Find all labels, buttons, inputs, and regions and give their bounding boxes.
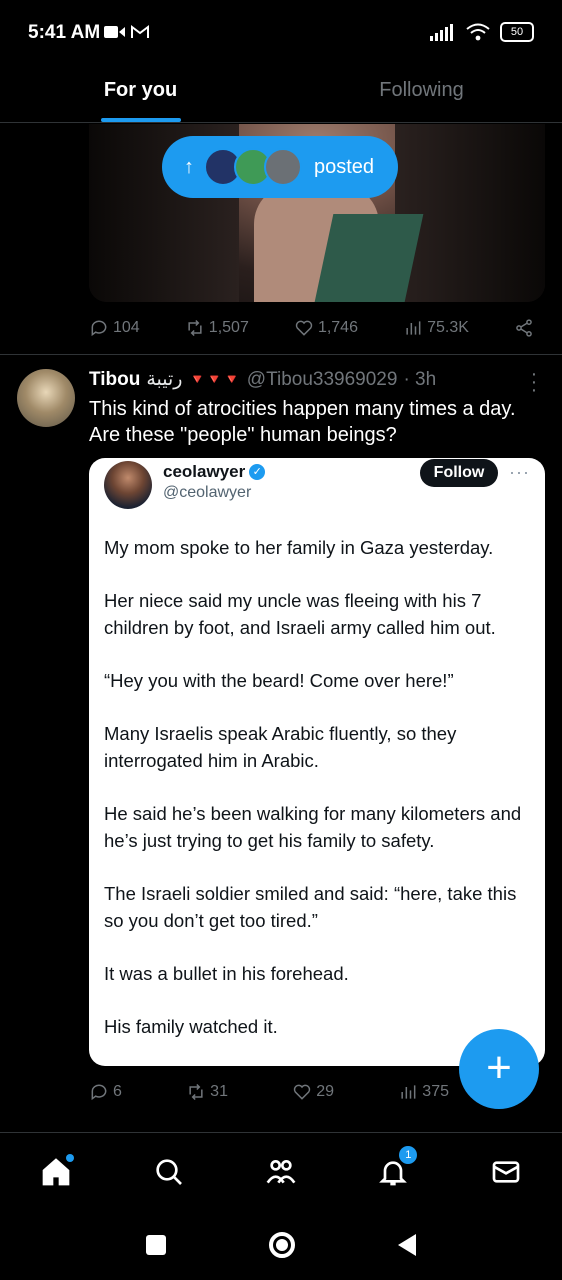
views-icon — [406, 321, 421, 335]
more-options-icon[interactable]: · · · — [524, 364, 544, 400]
signal-icon — [430, 24, 453, 41]
share-button[interactable] — [514, 318, 534, 338]
gmail-icon — [130, 24, 150, 45]
embedded-paragraph: My mom spoke to her family in Gaza yeste… — [104, 537, 494, 558]
reply-icon — [91, 1084, 107, 1101]
flag-emojis: 🔻🔻🔻 — [188, 371, 241, 387]
like-button[interactable]: 1,746 — [294, 318, 358, 338]
nav-search[interactable] — [149, 1152, 189, 1192]
verified-icon: ✓ — [249, 464, 266, 480]
embedded-paragraph: The Israeli soldier smiled and said: “he… — [104, 883, 517, 931]
prev-post-actions: 104 1,507 1,746 75.3K — [89, 318, 534, 338]
views-button[interactable]: 375 — [398, 1082, 449, 1102]
repost-icon — [188, 319, 202, 337]
poster-avatars — [204, 148, 302, 186]
views-button[interactable]: 75.3K — [403, 318, 469, 338]
tweet-text: This kind of atrocities happen many time… — [89, 398, 516, 446]
embedded-paragraph: He said he’s been walking for many kilom… — [104, 803, 522, 851]
nav-communities[interactable] — [261, 1152, 301, 1192]
avatar — [104, 461, 152, 509]
follow-button: Follow — [420, 459, 498, 487]
embedded-paragraph: His family watched it. — [104, 1016, 278, 1037]
embedded-paragraph: “Hey you with the beard! Come over here!… — [104, 670, 454, 691]
video-icon — [104, 25, 126, 44]
system-nav — [0, 1210, 562, 1280]
author-arabic-name: رتيبة — [146, 369, 183, 390]
repost-button[interactable]: 1,507 — [185, 318, 249, 338]
heart-icon — [294, 1084, 311, 1100]
embedded-handle: @ceolawyer — [163, 484, 252, 501]
tweet-header: Tibou رتيبة 🔻🔻🔻 @Tibou33969029 · 3h — [89, 368, 436, 391]
nav-notifications[interactable]: 1 — [373, 1146, 418, 1192]
nav-home[interactable] — [36, 1152, 76, 1192]
search-icon — [155, 1159, 182, 1185]
nav-messages[interactable] — [486, 1152, 526, 1192]
new-posts-pill[interactable]: ↑ posted — [162, 136, 398, 198]
timeline-tabs: For you Following — [0, 62, 562, 123]
repost-icon — [189, 1083, 203, 1101]
posted-label: posted — [314, 155, 375, 178]
avatar — [264, 148, 302, 186]
tweet-time: · 3h — [403, 368, 437, 390]
embedded-paragraph: It was a bullet in his forehead. — [104, 963, 349, 984]
reply-button[interactable]: 6 — [89, 1082, 122, 1102]
tweet-actions: 6 31 29 375 — [89, 1082, 449, 1102]
tab-following[interactable]: Following — [281, 62, 562, 122]
embedded-name: ceolawyer — [163, 462, 246, 481]
like-button[interactable]: 29 — [292, 1082, 334, 1102]
mail-icon — [492, 1161, 520, 1183]
wifi-icon — [466, 23, 490, 41]
home-button[interactable] — [268, 1232, 295, 1258]
embedded-paragraph: Her niece said my uncle was fleeing with… — [104, 590, 496, 638]
notification-badge: 1 — [399, 1146, 418, 1164]
views-icon — [401, 1085, 416, 1099]
tab-for-you[interactable]: For you — [0, 62, 281, 122]
reply-button[interactable]: 104 — [89, 318, 140, 338]
recents-button[interactable] — [146, 1235, 167, 1255]
unread-dot — [66, 1154, 75, 1162]
author-name[interactable]: Tibou — [89, 369, 140, 391]
reply-icon — [91, 320, 107, 337]
avatar[interactable] — [17, 369, 75, 427]
communities-icon — [266, 1160, 296, 1184]
embedded-image-card[interactable]: ceolawyer ✓ @ceolawyer Follow ··· My mom… — [89, 458, 545, 1066]
status-icons: 50 — [430, 22, 534, 42]
arrow-up-icon: ↑ — [184, 155, 194, 178]
heart-icon — [295, 320, 313, 336]
compose-button[interactable]: + — [459, 1029, 539, 1109]
divider — [0, 354, 562, 355]
embedded-body: My mom spoke to her family in Gaza yeste… — [104, 534, 534, 1066]
bottom-nav: 1 — [0, 1132, 562, 1211]
status-time: 5:41 AM — [28, 22, 101, 43]
embedded-more-icon: ··· — [509, 462, 530, 482]
battery-icon: 50 — [500, 22, 534, 42]
back-button[interactable] — [397, 1234, 416, 1256]
repost-button[interactable]: 31 — [186, 1082, 228, 1102]
share-icon — [516, 319, 532, 337]
author-handle[interactable]: @Tibou33969029 — [247, 369, 398, 391]
embedded-paragraph: Many Israelis speak Arabic fluently, so … — [104, 723, 457, 771]
embedded-author: ceolawyer ✓ — [163, 462, 266, 482]
